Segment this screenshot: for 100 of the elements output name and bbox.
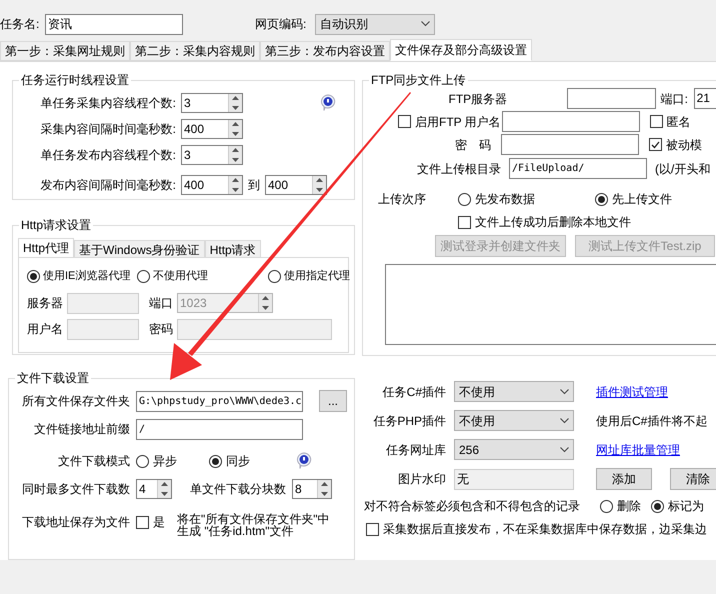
dropdown[interactable]: 不使用 <box>454 381 574 402</box>
tab[interactable]: 基于Windows身份验证 <box>74 240 205 258</box>
number-spinner[interactable]: 400 <box>181 174 243 194</box>
number-spinner[interactable]: 8 <box>292 479 332 499</box>
field-label: 文件下载模式 <box>57 453 130 470</box>
input-field[interactable] <box>501 134 639 155</box>
number-spinner[interactable]: 400 <box>265 174 327 194</box>
encoding-label: 网页编码: <box>255 16 308 33</box>
checkbox-label: 文件上传成功后删除本地文件 <box>475 214 631 231</box>
radio-button[interactable] <box>136 454 149 468</box>
radio-button[interactable] <box>458 192 471 206</box>
spin-down-icon[interactable] <box>161 489 168 498</box>
input-field[interactable]: 资讯 <box>45 14 183 34</box>
number-spinner[interactable]: 400 <box>181 118 243 138</box>
number-spinner[interactable]: 3 <box>181 144 243 164</box>
tab[interactable]: 第三步：发布内容设置 <box>260 41 390 61</box>
input-field[interactable]: 21 <box>694 88 716 109</box>
record-label: 对不符合标签必须包含和不得包含的记录 <box>364 498 580 515</box>
radio-button[interactable] <box>600 500 613 512</box>
tab[interactable]: Http代理 <box>18 238 74 258</box>
radio-button[interactable] <box>651 500 664 512</box>
field-label: 单任务发布内容线程个数: <box>40 146 176 164</box>
input-field[interactable]: / <box>136 418 303 440</box>
input-field[interactable]: 无 <box>454 468 574 490</box>
field-label: 上传次序 <box>378 191 427 208</box>
button[interactable]: ... <box>319 390 347 412</box>
field-label: 文件上传根目录 <box>416 160 501 178</box>
input-field[interactable]: G:\phpstudy_pro\WWW\dede3.c <box>136 390 303 412</box>
url-library-link[interactable]: 网址库批量管理 <box>596 440 680 458</box>
help-icon[interactable] <box>296 452 312 470</box>
button[interactable]: 添加 <box>596 468 652 490</box>
checkbox[interactable] <box>136 516 149 528</box>
checkbox-label: 启用FTP <box>415 114 462 130</box>
radio-button[interactable] <box>595 192 608 206</box>
chevron-down-icon <box>421 21 430 27</box>
checkbox[interactable] <box>649 138 662 151</box>
field-label: 下载地址保存为文件 <box>21 514 130 531</box>
field-label: 任务网址库 <box>385 442 446 458</box>
radio-button[interactable] <box>209 454 222 468</box>
radio-label: 标记为 <box>668 498 704 515</box>
input-field[interactable] <box>67 318 139 340</box>
field-label: 端口 <box>149 295 174 312</box>
radio-label: 不使用代理 <box>153 269 208 284</box>
spin-up-icon[interactable] <box>321 480 328 489</box>
field-label: 密 码 <box>455 136 492 154</box>
radio-label: 同步 <box>226 453 250 470</box>
number-spinner[interactable]: 3 <box>181 92 243 112</box>
radio-label: 删除 <box>617 498 641 515</box>
field-label: 文件链接地址前缀 <box>33 421 130 438</box>
chevron-down-icon <box>560 388 569 394</box>
spin-up-icon[interactable] <box>232 176 239 184</box>
checkbox[interactable] <box>366 522 379 536</box>
plugin-note: 使用后C#插件将不起 <box>596 412 708 430</box>
input-field[interactable] <box>67 292 139 314</box>
radio-label: 使用指定代理 <box>284 268 350 284</box>
spin-up-icon[interactable] <box>232 146 239 154</box>
plugin-test-link[interactable]: 插件测试管理 <box>596 382 668 400</box>
dropdown[interactable]: 256 <box>454 439 574 460</box>
radio-label: 异步 <box>153 453 177 470</box>
input-field[interactable] <box>177 318 332 340</box>
dropdown[interactable]: 自动识别 <box>315 14 435 34</box>
field-label: 端口: <box>660 90 689 108</box>
spin-up-icon[interactable] <box>232 94 239 102</box>
spin-up-icon[interactable] <box>262 294 269 303</box>
input-field[interactable] <box>566 88 656 109</box>
spin-up-icon[interactable] <box>161 480 168 489</box>
number-spinner[interactable]: 4 <box>136 479 172 499</box>
field-label: 同时最多文件下载数 <box>21 481 130 498</box>
spin-down-icon[interactable] <box>321 489 328 498</box>
radio-label: 使用IE浏览器代理 <box>43 268 130 284</box>
tab[interactable]: Http请求 <box>204 240 261 258</box>
field-label: 所有文件保存文件夹 <box>21 393 130 410</box>
checkbox[interactable] <box>398 115 411 128</box>
chevron-down-icon <box>560 446 569 452</box>
checkbox-label: 采集数据后直接发布，不在采集数据库中保存数据，边采集边 <box>383 521 707 538</box>
radio-label: 先发布数据 <box>475 191 535 208</box>
radio-button[interactable] <box>27 270 40 283</box>
spin-down-icon[interactable] <box>262 303 269 312</box>
chevron-down-icon <box>560 418 569 424</box>
field-label: 任务C#插件 <box>382 384 446 400</box>
field-label: 任务PHP插件 <box>372 412 446 430</box>
field-label: 密码 <box>149 321 174 338</box>
input-field[interactable] <box>502 111 640 132</box>
root-hint: (以/开头和 <box>655 160 710 178</box>
field-label: FTP服务器 <box>448 90 508 108</box>
text-area[interactable] <box>385 264 716 345</box>
checkbox[interactable] <box>650 115 663 128</box>
tab[interactable]: 第一步：采集网址规则 <box>0 41 130 61</box>
radio-button[interactable] <box>137 270 150 283</box>
spin-up-icon[interactable] <box>316 176 323 184</box>
input-field[interactable]: /FileUpload/ <box>509 158 647 179</box>
help-icon[interactable] <box>320 94 336 112</box>
tab[interactable]: 文件保存及部分高级设置 <box>390 39 532 61</box>
dropdown[interactable]: 不使用 <box>454 410 574 431</box>
tab[interactable]: 第二步：采集内容规则 <box>130 41 260 61</box>
group-title: FTP同步文件上传 <box>369 72 468 88</box>
radio-button[interactable] <box>268 270 281 283</box>
button[interactable]: 清除 <box>670 468 716 490</box>
spin-up-icon[interactable] <box>232 120 239 128</box>
checkbox[interactable] <box>458 216 471 228</box>
